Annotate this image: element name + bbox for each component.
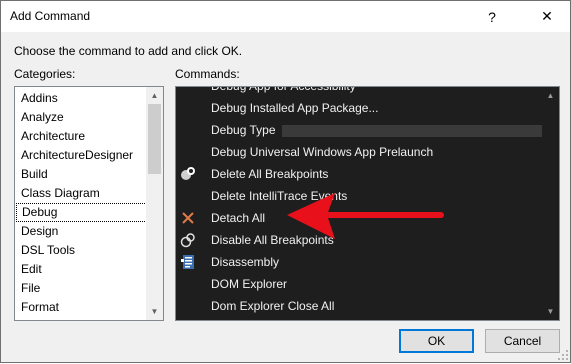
scroll-up-icon[interactable]: ▲ xyxy=(146,87,163,104)
category-item[interactable]: Class Diagram xyxy=(16,184,147,203)
type-input-placeholder xyxy=(282,125,545,137)
command-item[interactable]: Disassembly xyxy=(177,251,543,273)
cancel-button[interactable]: Cancel xyxy=(485,329,560,353)
command-label: Detach All xyxy=(211,211,266,225)
category-item[interactable]: Build xyxy=(16,165,147,184)
delete-breakpoints-icon xyxy=(179,165,197,183)
commands-list[interactable]: Debug App for Accessibility Debug Instal… xyxy=(175,86,560,321)
window-title: Add Command xyxy=(10,9,91,23)
command-item[interactable]: Debug Universal Windows App Prelaunch xyxy=(177,141,543,163)
command-item[interactable]: Delete IntelliTrace Events xyxy=(177,185,543,207)
category-item[interactable]: File xyxy=(16,279,147,298)
commands-label: Commands: xyxy=(175,67,240,81)
command-item[interactable]: Debug Type xyxy=(177,119,545,141)
command-label: Debug Type xyxy=(211,123,276,137)
command-label: Debug App for Accessibility xyxy=(211,86,356,93)
command-item[interactable]: DOM Explorer xyxy=(177,273,543,295)
add-command-dialog: Add Command ? ✕ Choose the command to ad… xyxy=(0,0,571,363)
category-item[interactable]: Addins xyxy=(16,89,147,108)
category-item[interactable]: Analyze xyxy=(16,108,147,127)
commands-scrollbar[interactable]: ▲ ▼ xyxy=(542,87,559,320)
close-icon: ✕ xyxy=(541,8,553,24)
category-item[interactable]: ArchitectureDesigner xyxy=(16,146,147,165)
command-label: Debug Universal Windows App Prelaunch xyxy=(211,145,434,159)
command-label: Dom Explorer Close All xyxy=(211,299,335,313)
categories-scrollbar[interactable]: ▲ ▼ xyxy=(146,87,163,320)
command-item[interactable]: Delete All Breakpoints xyxy=(177,163,543,185)
category-item-selected[interactable]: Debug xyxy=(16,203,147,222)
help-icon: ? xyxy=(488,8,496,25)
close-button[interactable]: ✕ xyxy=(524,1,570,32)
help-button[interactable]: ? xyxy=(469,1,515,32)
command-label: Disassembly xyxy=(211,255,280,269)
command-item-detach-all[interactable]: Detach All xyxy=(177,207,543,229)
category-item[interactable]: Edit xyxy=(16,260,147,279)
scroll-up-icon[interactable]: ▲ xyxy=(542,87,559,104)
command-item[interactable]: Disable All Breakpoints xyxy=(177,229,543,251)
disable-breakpoints-icon xyxy=(179,231,197,249)
category-item[interactable]: Format xyxy=(16,298,147,317)
command-label: Delete IntelliTrace Events xyxy=(211,189,348,203)
scroll-down-icon[interactable]: ▼ xyxy=(146,303,163,320)
instruction-text: Choose the command to add and click OK. xyxy=(14,44,243,58)
title-bar[interactable]: Add Command ? ✕ xyxy=(1,1,570,32)
disassembly-icon xyxy=(179,253,197,271)
dialog-body: Choose the command to add and click OK. … xyxy=(1,32,570,362)
command-item[interactable]: Debug Installed App Package... xyxy=(177,97,543,119)
category-item[interactable]: Architecture xyxy=(16,127,147,146)
resize-grip-icon[interactable] xyxy=(557,349,569,361)
ok-button[interactable]: OK xyxy=(399,329,474,353)
command-label: Debug Installed App Package... xyxy=(211,101,379,115)
scroll-down-icon[interactable]: ▼ xyxy=(542,303,559,320)
command-item-partial[interactable]: Debug App for Accessibility xyxy=(177,86,543,97)
categories-scroll-thumb[interactable] xyxy=(148,104,161,174)
command-label: Delete All Breakpoints xyxy=(211,167,329,181)
categories-label: Categories: xyxy=(14,67,76,81)
category-item[interactable]: DSL Tools xyxy=(16,241,147,260)
categories-list[interactable]: Addins Analyze Architecture Architecture… xyxy=(14,86,164,321)
category-item[interactable]: Design xyxy=(16,222,147,241)
command-label: DOM Explorer xyxy=(211,277,288,291)
command-label: Disable All Breakpoints xyxy=(211,233,334,247)
detach-all-icon xyxy=(179,209,197,227)
command-item-partial[interactable]: Dom Explorer Close All xyxy=(177,295,543,317)
